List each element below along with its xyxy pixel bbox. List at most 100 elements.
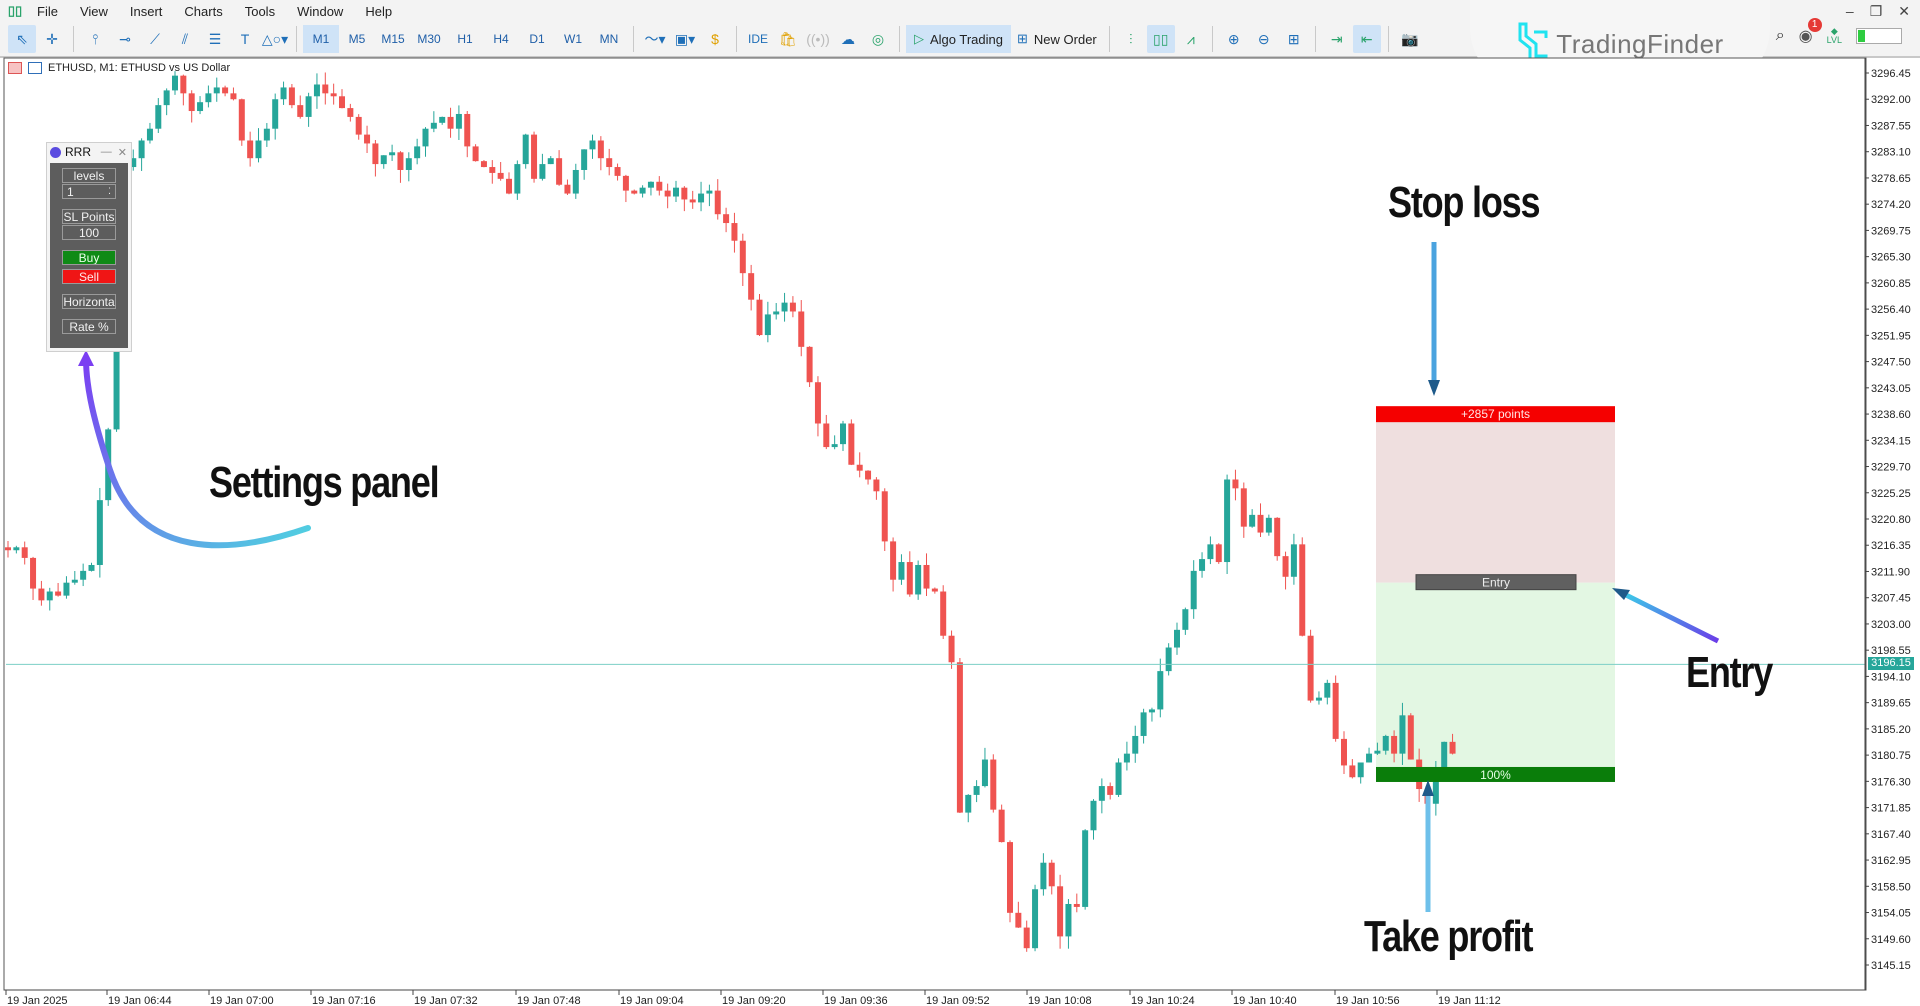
candle-body	[230, 93, 237, 100]
candle-body	[405, 158, 412, 170]
candle-body	[288, 87, 295, 106]
candle-body	[347, 108, 354, 117]
chart-title: ETHUSD, M1: ETHUSD vs US Dollar	[8, 62, 230, 74]
candle-body	[923, 564, 930, 589]
chart-symbol-title: ETHUSD, M1: ETHUSD vs US Dollar	[48, 62, 231, 74]
time-tick-label: 19 Jan 09:20	[722, 995, 786, 1006]
price-tick-label: 3171.85	[1871, 803, 1911, 815]
sl-points-input[interactable]: 100	[62, 225, 116, 240]
candle-body	[756, 299, 763, 336]
chart-window-icon	[8, 62, 22, 74]
candle-body	[681, 187, 688, 200]
candle-body	[898, 562, 905, 580]
panel-title: RRR	[65, 145, 91, 159]
candle-body	[380, 155, 387, 165]
candle-body	[622, 175, 629, 191]
candle-body	[723, 214, 730, 224]
price-tick-label: 3269.75	[1871, 225, 1911, 237]
candle-body	[1282, 556, 1289, 577]
candle-body	[664, 190, 671, 197]
panel-minimize-icon[interactable]: —	[101, 146, 112, 159]
price-tick-label: 3180.75	[1871, 750, 1911, 762]
price-tick-label: 3251.95	[1871, 330, 1911, 342]
rrr-settings-panel[interactable]: RRR — ✕ levels 1 ⁚ SL Points 100 Buy Sel…	[46, 142, 132, 352]
candle-body	[255, 140, 262, 159]
levels-label: levels	[62, 168, 116, 183]
candle-body	[71, 579, 78, 583]
price-tick-label: 3211.90	[1871, 566, 1910, 578]
candle-body	[430, 122, 437, 129]
candle-body	[138, 140, 145, 159]
candle-body	[464, 113, 471, 147]
panel-header[interactable]: RRR — ✕	[47, 143, 131, 161]
candle-body	[514, 164, 521, 194]
candle-body	[297, 105, 304, 117]
price-tick-label: 3265.30	[1871, 252, 1911, 264]
candle-body	[5, 547, 11, 551]
candle-body	[447, 116, 454, 129]
rate-percent-button[interactable]: Rate %	[62, 319, 116, 334]
candle-body	[539, 164, 546, 179]
candle-body	[1207, 544, 1214, 560]
candle-body	[180, 75, 187, 94]
candle-body	[1274, 517, 1281, 557]
candle-body	[313, 84, 320, 97]
price-tick-label: 3234.15	[1871, 435, 1911, 447]
time-tick-label: 19 Jan 09:36	[824, 995, 888, 1006]
candle-body	[639, 187, 646, 194]
candle-body	[1182, 609, 1189, 630]
candle-body	[706, 190, 713, 194]
time-tick-label: 19 Jan 11:12	[1438, 995, 1501, 1006]
price-tick-label: 3287.55	[1871, 120, 1911, 132]
candle-body	[1165, 647, 1172, 672]
candle-body	[1407, 715, 1414, 760]
chart-type-icon	[28, 62, 42, 74]
candle-body	[1057, 886, 1064, 937]
candle-body	[673, 187, 679, 197]
panel-close-icon[interactable]: ✕	[118, 146, 127, 159]
candle-body	[1399, 715, 1406, 754]
time-tick-label: 19 Jan 2025	[7, 995, 68, 1006]
candle-body	[614, 167, 621, 176]
levels-input[interactable]: 1 ⁚	[62, 184, 116, 199]
sl-bar-label: +2857 points	[1461, 407, 1530, 421]
price-tick-label: 3162.95	[1871, 855, 1911, 867]
candle-body	[480, 161, 487, 168]
price-tick-label: 3194.10	[1871, 671, 1911, 683]
settings-panel-annotation: Settings panel	[209, 458, 440, 507]
candle-body	[506, 178, 512, 194]
sell-button[interactable]: Sell	[62, 269, 116, 284]
horizontal-button[interactable]: Horizonta	[62, 294, 116, 309]
buy-button[interactable]: Buy	[62, 250, 116, 265]
candle-body	[606, 158, 613, 168]
candle-body	[806, 346, 813, 383]
candle-body	[1115, 762, 1122, 795]
candle-body	[1324, 682, 1331, 698]
candle-body	[1040, 862, 1047, 890]
candle-body	[556, 158, 563, 185]
candle-body	[439, 116, 446, 123]
candle-body	[247, 140, 254, 159]
candle-body	[1157, 671, 1164, 710]
time-tick-label: 19 Jan 09:52	[926, 995, 990, 1006]
candle-body	[272, 99, 279, 129]
tp-bar-label: 100%	[1480, 768, 1511, 782]
time-tick-label: 19 Jan 06:44	[108, 995, 172, 1006]
candle-body	[21, 547, 28, 558]
price-tick-label: 3220.80	[1871, 514, 1911, 526]
time-tick-label: 19 Jan 07:48	[517, 995, 581, 1006]
candle-body	[13, 547, 20, 551]
candle-body	[547, 158, 554, 165]
price-tick-label: 3238.60	[1871, 409, 1911, 421]
candle-body	[339, 96, 345, 109]
candle-body	[155, 105, 162, 129]
levels-spinner-icon[interactable]: ⁚	[108, 186, 111, 197]
candle-body	[981, 759, 988, 787]
candle-body	[305, 96, 312, 117]
candle-body	[1123, 753, 1130, 763]
candle-body	[1249, 514, 1256, 527]
candle-body	[814, 382, 821, 424]
candle-body	[372, 143, 379, 165]
candle-body	[397, 152, 404, 170]
candle-body	[689, 199, 696, 203]
